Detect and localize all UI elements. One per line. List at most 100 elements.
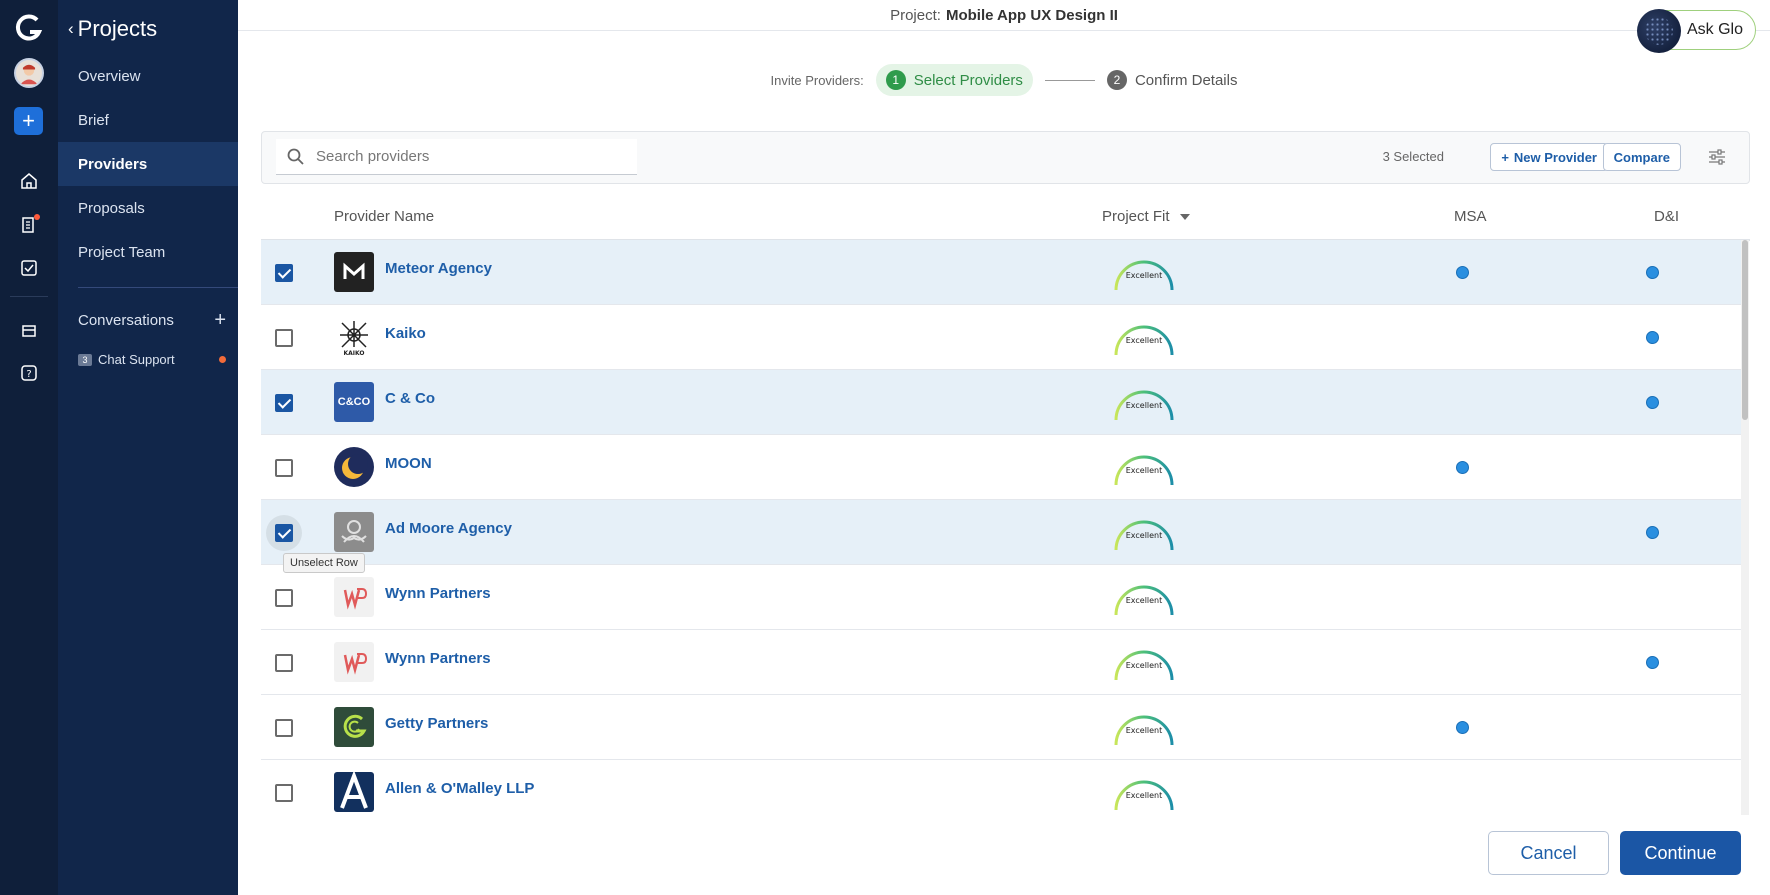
sort-down-icon: [1179, 214, 1190, 221]
invite-stepper: Invite Providers: 1 Select Providers 2 C…: [238, 64, 1770, 96]
table-header: Provider Name Project Fit MSA D&I: [261, 200, 1750, 240]
table-row[interactable]: Getty Partners Excellent: [261, 695, 1741, 760]
create-button[interactable]: +: [14, 107, 43, 135]
filter-settings-icon[interactable]: [1707, 147, 1727, 167]
svg-text:Excellent: Excellent: [1126, 466, 1163, 475]
project-fit-gauge: Excellent: [1111, 254, 1177, 294]
notification-dot: [34, 214, 40, 220]
icon-rail: + ?: [0, 0, 58, 895]
row-checkbox[interactable]: [275, 329, 293, 347]
column-msa[interactable]: MSA: [1454, 208, 1487, 225]
chat-support-item[interactable]: 3 Chat Support: [78, 352, 226, 367]
nav-label: Providers: [78, 155, 148, 173]
home-icon[interactable]: [13, 165, 45, 197]
chat-count-badge: 3: [78, 353, 92, 366]
project-fit-gauge: Excellent: [1111, 774, 1177, 814]
row-checkbox[interactable]: [275, 264, 293, 282]
step-label: Confirm Details: [1134, 71, 1238, 89]
row-checkbox[interactable]: [275, 719, 293, 737]
scrollbar-thumb[interactable]: [1742, 240, 1748, 420]
cancel-button[interactable]: Cancel: [1488, 831, 1609, 875]
row-checkbox[interactable]: [275, 589, 293, 607]
help-icon[interactable]: ?: [13, 357, 45, 389]
row-checkbox[interactable]: [275, 459, 293, 477]
continue-button[interactable]: Continue: [1620, 831, 1741, 875]
nav-label: Brief: [78, 111, 109, 129]
project-fit-gauge: Excellent: [1111, 579, 1177, 619]
project-fit-gauge: Excellent: [1111, 384, 1177, 424]
project-fit-gauge: Excellent: [1111, 514, 1177, 554]
main-content: Project: Mobile App UX Design II Ask Glo…: [238, 0, 1770, 895]
svg-text:Excellent: Excellent: [1126, 661, 1163, 670]
nav-item-providers[interactable]: Providers: [58, 142, 238, 186]
table-row[interactable]: Ad Moore Agency Excellent: [261, 500, 1741, 565]
provider-name-link[interactable]: Allen & O'Malley LLP: [385, 780, 534, 797]
logo-kaiko-icon: KAIKO: [334, 317, 374, 357]
nav-item-overview[interactable]: Overview: [58, 54, 238, 98]
search-input[interactable]: [316, 148, 616, 165]
tasks-icon[interactable]: [13, 252, 45, 284]
step-number: 2: [1106, 70, 1127, 90]
provider-name-link[interactable]: MOON: [385, 455, 432, 472]
dni-indicator: [1646, 526, 1659, 539]
stepper-label: Invite Providers:: [770, 72, 864, 88]
app-logo-icon[interactable]: [15, 14, 43, 44]
svg-text:Excellent: Excellent: [1126, 791, 1163, 800]
messages-icon[interactable]: [13, 315, 45, 347]
row-checkbox[interactable]: [275, 524, 293, 542]
table-row[interactable]: MOON Excellent: [261, 435, 1741, 500]
avatar[interactable]: [14, 58, 44, 88]
column-provider-name[interactable]: Provider Name: [334, 208, 434, 225]
unread-dot: [219, 356, 226, 363]
logo-wynn-icon: [334, 642, 374, 682]
new-provider-label: New Provider: [1513, 149, 1597, 165]
msa-indicator: [1456, 721, 1469, 734]
back-to-projects[interactable]: ‹ Projects: [68, 16, 157, 42]
nav-item-proposals[interactable]: Proposals: [58, 186, 238, 230]
step-confirm-details[interactable]: 2 Confirm Details: [1106, 70, 1238, 90]
table-row[interactable]: KAIKO Kaiko Excellent: [261, 305, 1741, 370]
provider-name-link[interactable]: Meteor Agency: [385, 260, 492, 277]
compare-button[interactable]: Compare: [1602, 143, 1681, 171]
row-checkbox[interactable]: [275, 654, 293, 672]
provider-name-link[interactable]: Ad Moore Agency: [385, 520, 512, 537]
logo-wynn-icon: [334, 577, 374, 617]
logo-meteor-icon: [334, 252, 374, 292]
add-conversation-icon[interactable]: +: [214, 310, 226, 330]
logo-admoore-icon: [334, 512, 374, 552]
table-row[interactable]: Allen & O'Malley LLP Excellent: [261, 760, 1741, 815]
provider-name-link[interactable]: Wynn Partners: [385, 585, 491, 602]
new-provider-button[interactable]: + New Provider: [1490, 143, 1608, 171]
provider-name-link[interactable]: Getty Partners: [385, 715, 488, 732]
column-label: Project Fit: [1102, 208, 1170, 225]
conversations-label: Conversations: [78, 311, 174, 329]
project-name: Mobile App UX Design II: [945, 6, 1118, 24]
search-icon: [287, 148, 304, 165]
table-row[interactable]: Wynn Partners Excellent: [261, 565, 1741, 630]
table-scrollbar[interactable]: [1741, 240, 1749, 815]
provider-name-link[interactable]: Kaiko: [385, 325, 426, 342]
table-row[interactable]: C&CO C & Co Excellent: [261, 370, 1741, 435]
table-row[interactable]: Wynn Partners Excellent: [261, 630, 1741, 695]
search-box[interactable]: [276, 139, 637, 175]
row-checkbox[interactable]: [275, 784, 293, 802]
ask-glo-button[interactable]: Ask Glo: [1636, 9, 1756, 53]
column-project-fit[interactable]: Project Fit: [1102, 208, 1190, 225]
project-title-bar: Project: Mobile App UX Design II: [238, 0, 1770, 31]
step-select-providers[interactable]: 1 Select Providers: [875, 64, 1033, 96]
selected-count: 3 Selected: [1382, 149, 1444, 164]
msa-indicator: [1456, 266, 1469, 279]
column-dni[interactable]: D&I: [1654, 208, 1679, 225]
step-connector: [1044, 79, 1095, 81]
provider-name-link[interactable]: C & Co: [385, 390, 435, 407]
table-row[interactable]: Meteor Agency Excellent: [261, 240, 1741, 305]
nav-label: Proposals: [78, 199, 145, 217]
row-checkbox[interactable]: [275, 394, 293, 412]
provider-toolbar: 3 Selected + New Provider Compare: [261, 131, 1750, 184]
project-nav: ‹ Projects Overview Brief Providers Prop…: [58, 0, 238, 895]
chevron-left-icon: ‹: [68, 19, 74, 38]
nav-item-project-team[interactable]: Project Team: [58, 230, 238, 274]
provider-name-link[interactable]: Wynn Partners: [385, 650, 491, 667]
nav-item-brief[interactable]: Brief: [58, 98, 238, 142]
documents-icon[interactable]: [13, 209, 45, 241]
